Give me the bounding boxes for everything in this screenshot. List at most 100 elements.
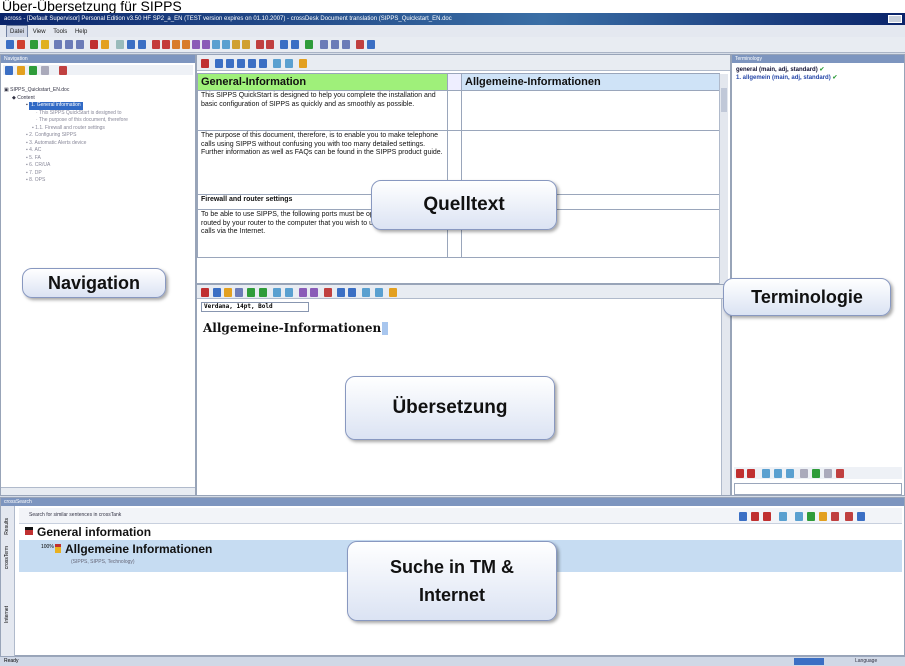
- view-icon[interactable]: [54, 40, 62, 49]
- tree-item[interactable]: ▪ 7. DP: [4, 170, 128, 178]
- term-pencil-icon[interactable]: [824, 469, 832, 478]
- copy-icon[interactable]: [235, 288, 243, 297]
- tree-item[interactable]: ▪ 2. Configuring SIPPS: [4, 132, 128, 140]
- note-icon[interactable]: [232, 40, 240, 49]
- nav-flag-icon[interactable]: [59, 66, 67, 75]
- source-scrollbar[interactable]: [719, 74, 728, 284]
- nav-tool-icon[interactable]: [5, 66, 13, 75]
- scrollbar-thumb[interactable]: [721, 88, 727, 112]
- segment-view3-icon[interactable]: [237, 59, 245, 68]
- term-search-icon[interactable]: [762, 469, 770, 478]
- term-edit-icon[interactable]: [786, 469, 794, 478]
- bookmark2-icon[interactable]: [202, 40, 210, 49]
- find-icon[interactable]: [273, 288, 281, 297]
- search-approve-icon[interactable]: [807, 512, 815, 521]
- layout-icon[interactable]: [65, 40, 73, 49]
- segment-header-de[interactable]: Allgemeine-Informationen: [461, 73, 720, 91]
- pencil-icon[interactable]: [90, 40, 98, 49]
- flag-de-icon[interactable]: [201, 59, 209, 68]
- approve-icon[interactable]: [259, 288, 267, 297]
- flag-icon[interactable]: [201, 288, 209, 297]
- arrow-left-icon[interactable]: [256, 40, 264, 49]
- segment-header-en[interactable]: General-Information: [197, 73, 448, 91]
- window-icon[interactable]: [127, 40, 135, 49]
- split-icon[interactable]: [76, 40, 84, 49]
- term-flag2-icon[interactable]: [747, 469, 755, 478]
- nav-check-icon[interactable]: [29, 66, 37, 75]
- search-user-icon[interactable]: [739, 512, 747, 521]
- term-approve-icon[interactable]: [812, 469, 820, 478]
- tab-results[interactable]: Results: [4, 518, 10, 535]
- segment-view-icon[interactable]: [215, 59, 223, 68]
- zoom-icon[interactable]: [362, 288, 370, 297]
- zoom2-icon[interactable]: [285, 59, 293, 68]
- tree-item[interactable]: ▪ 1. General information: [4, 102, 128, 110]
- search-stop-icon[interactable]: [845, 512, 853, 521]
- crossdesk-icon[interactable]: [6, 40, 14, 49]
- go-last-icon[interactable]: [182, 40, 190, 49]
- grid3-icon[interactable]: [342, 40, 350, 49]
- user-icon[interactable]: [280, 40, 288, 49]
- status-language[interactable]: Language: [855, 657, 877, 666]
- segment-status-icon[interactable]: [447, 90, 462, 131]
- undo-icon[interactable]: [299, 288, 307, 297]
- term-translation[interactable]: 1. allgemein (main, adj, standard) ✔: [736, 74, 837, 81]
- bookmark-icon[interactable]: [192, 40, 200, 49]
- grid-icon[interactable]: [337, 288, 345, 297]
- tree-item[interactable]: ▪ 8. OPS: [4, 177, 128, 185]
- target-segment[interactable]: [461, 90, 720, 131]
- editor-scrollbar[interactable]: [721, 299, 730, 495]
- next-segment-icon[interactable]: [162, 40, 170, 49]
- search-flag2-icon[interactable]: [763, 512, 771, 521]
- arrow-right-icon[interactable]: [266, 40, 274, 49]
- zoom2-icon[interactable]: [375, 288, 383, 297]
- search-find-icon[interactable]: [795, 512, 803, 521]
- replace-icon[interactable]: [285, 288, 293, 297]
- segment-view5-icon[interactable]: [259, 59, 267, 68]
- markup-icon[interactable]: [389, 288, 397, 297]
- nav-filter-icon[interactable]: [41, 66, 49, 75]
- grid2-icon[interactable]: [348, 288, 356, 297]
- check-icon[interactable]: [30, 40, 38, 49]
- term-entry[interactable]: general (main, adj, standard) ✔: [736, 66, 824, 73]
- info-icon[interactable]: [367, 40, 375, 49]
- tree-item[interactable]: ▪ 5. FA: [4, 155, 128, 163]
- filter-icon[interactable]: [212, 40, 220, 49]
- go-first-icon[interactable]: [172, 40, 180, 49]
- source-segment[interactable]: This SIPPS QuickStart is designed to hel…: [197, 90, 448, 131]
- segment-icon[interactable]: [116, 40, 124, 49]
- font-info-field[interactable]: Verdana, 14pt, Bold: [201, 302, 309, 312]
- approve-icon[interactable]: [305, 40, 313, 49]
- search-options-icon[interactable]: [857, 512, 865, 521]
- folder-icon[interactable]: [41, 40, 49, 49]
- flag-icon[interactable]: [356, 40, 364, 49]
- tree-item[interactable]: ▪ 4. AC: [4, 147, 128, 155]
- tree-item[interactable]: · The purpose of this document, therefor…: [4, 117, 128, 125]
- zoom-icon[interactable]: [273, 59, 281, 68]
- segment-status-icon[interactable]: [447, 73, 462, 91]
- search-note-icon[interactable]: [819, 512, 827, 521]
- tree-item[interactable]: ▪ 3. Automatic Alerts device: [4, 140, 128, 148]
- tree-item[interactable]: ▪ 6. CR/UA: [4, 162, 128, 170]
- term-flag-icon[interactable]: [736, 469, 744, 478]
- navigation-scrollbar[interactable]: [1, 487, 195, 495]
- users-icon[interactable]: [291, 40, 299, 49]
- tree-item[interactable]: ▣ SIPPS_Quickstart_EN.doc: [4, 87, 128, 95]
- grid-icon[interactable]: [320, 40, 328, 49]
- nav-folder-icon[interactable]: [17, 66, 25, 75]
- term-add-icon[interactable]: [774, 469, 782, 478]
- check-icon[interactable]: [247, 288, 255, 297]
- tag-icon[interactable]: [224, 288, 232, 297]
- term-filter-icon[interactable]: [800, 469, 808, 478]
- markup-icon[interactable]: [299, 59, 307, 68]
- window2-icon[interactable]: [138, 40, 146, 49]
- note2-icon[interactable]: [242, 40, 250, 49]
- window-controls[interactable]: [888, 15, 902, 23]
- brush-icon[interactable]: [101, 40, 109, 49]
- search-flag-icon[interactable]: [751, 512, 759, 521]
- segment-view4-icon[interactable]: [248, 59, 256, 68]
- font-icon[interactable]: [213, 288, 221, 297]
- search-zoom-icon[interactable]: [779, 512, 787, 521]
- segment-view2-icon[interactable]: [226, 59, 234, 68]
- filter2-icon[interactable]: [222, 40, 230, 49]
